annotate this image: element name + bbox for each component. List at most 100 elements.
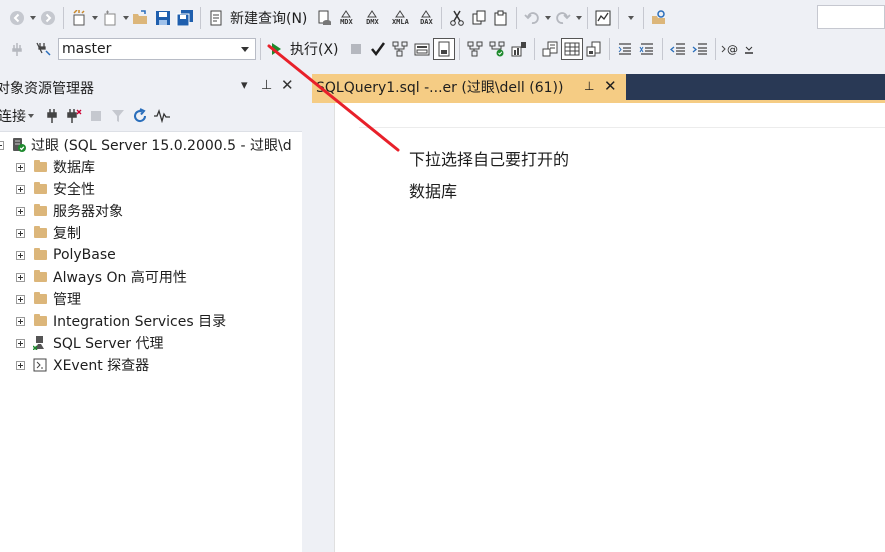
- cut-icon[interactable]: [446, 7, 468, 29]
- stop-icon[interactable]: [345, 38, 367, 60]
- filter-icon[interactable]: [107, 105, 129, 127]
- open-folder-icon[interactable]: [130, 7, 152, 29]
- mdx-query-icon[interactable]: MDX: [335, 7, 357, 29]
- display-estimated-plan-icon[interactable]: [389, 38, 411, 60]
- tree-node-xevent-profiler[interactable]: XEvent 探查器: [16, 354, 149, 376]
- connect-icon[interactable]: [6, 38, 28, 60]
- back-dropdown[interactable]: [28, 7, 37, 29]
- execute-button[interactable]: 执行(X): [290, 39, 339, 59]
- results-to-file-icon[interactable]: [583, 38, 605, 60]
- standard-toolbar: 新建查询(N) MDX DMX XMLA DAX: [0, 2, 885, 34]
- tree-node-server[interactable]: 过眼 (SQL Server 15.0.2000.5 - 过眼\d: [0, 134, 292, 156]
- toolbar-options-dropdown[interactable]: [623, 7, 639, 29]
- new-query-icon[interactable]: [205, 7, 227, 29]
- uncomment-lines-icon[interactable]: [636, 38, 658, 60]
- change-connection-icon[interactable]: [32, 38, 54, 60]
- back-icon[interactable]: [6, 7, 28, 29]
- toolbar-separator: [458, 38, 460, 60]
- increase-indent-icon[interactable]: [689, 38, 711, 60]
- database-engine-query-icon[interactable]: [313, 7, 335, 29]
- parse-icon[interactable]: [367, 38, 389, 60]
- save-icon[interactable]: [152, 7, 174, 29]
- expand-icon[interactable]: [16, 250, 25, 260]
- intellisense-icon[interactable]: [432, 38, 455, 60]
- expand-icon[interactable]: [16, 184, 25, 194]
- tree-node-integration-services[interactable]: Integration Services 目录: [16, 310, 226, 332]
- save-all-icon[interactable]: [174, 7, 196, 29]
- database-selector[interactable]: master: [58, 38, 256, 60]
- find-in-files-icon[interactable]: [648, 7, 670, 29]
- add-item-icon[interactable]: [99, 7, 121, 29]
- copy-icon[interactable]: [468, 7, 490, 29]
- dmx-query-icon[interactable]: DMX: [361, 7, 383, 29]
- activity-monitor-icon[interactable]: [592, 7, 614, 29]
- activity-monitor-icon[interactable]: [151, 105, 173, 127]
- connect-button[interactable]: 连接: [0, 106, 26, 126]
- results-to-text-icon[interactable]: [539, 38, 561, 60]
- tab-sqlquery1[interactable]: SQLQuery1.sql -...er (过眼\dell (61)) ⊥ ✕: [312, 74, 626, 100]
- dax-query-icon[interactable]: DAX: [415, 7, 437, 29]
- forward-icon[interactable]: [37, 7, 59, 29]
- paste-icon[interactable]: [490, 7, 512, 29]
- panel-menu-dropdown-icon[interactable]: ▾: [241, 78, 248, 93]
- close-icon[interactable]: ✕: [604, 77, 617, 95]
- pin-icon[interactable]: ⊥: [261, 78, 272, 93]
- new-project-dropdown[interactable]: [90, 7, 99, 29]
- tree-node-label: SQL Server 代理: [53, 336, 164, 352]
- toolbar-separator: [260, 38, 261, 60]
- toolbar-separator: [441, 7, 443, 29]
- expand-icon[interactable]: [16, 360, 25, 370]
- redo-dropdown[interactable]: [574, 7, 583, 29]
- search-input[interactable]: [817, 5, 885, 29]
- disconnect-icon[interactable]: [63, 105, 85, 127]
- client-statistics-icon[interactable]: [508, 38, 530, 60]
- expand-icon[interactable]: [16, 162, 25, 172]
- decrease-indent-icon[interactable]: [667, 38, 689, 60]
- expand-icon[interactable]: [16, 316, 25, 326]
- add-item-dropdown[interactable]: [121, 7, 130, 29]
- undo-dropdown[interactable]: [543, 7, 552, 29]
- expand-icon[interactable]: [16, 228, 25, 238]
- editor-current-line[interactable]: [359, 103, 885, 128]
- xmla-query-icon[interactable]: XMLA: [389, 7, 411, 29]
- folder-icon: [34, 292, 47, 304]
- tree-node-security[interactable]: 安全性: [16, 178, 95, 200]
- results-to-grid-icon[interactable]: [560, 38, 583, 60]
- tree-node-label: XEvent 探查器: [53, 358, 150, 374]
- connect-plug-icon[interactable]: [41, 105, 63, 127]
- collapse-icon[interactable]: [0, 140, 4, 150]
- pin-icon[interactable]: ⊥: [584, 79, 594, 93]
- tree-node-management[interactable]: 管理: [16, 288, 81, 310]
- query-options-icon[interactable]: [411, 38, 433, 60]
- refresh-icon[interactable]: [129, 105, 151, 127]
- connect-dropdown[interactable]: [26, 105, 35, 127]
- tree-node-sql-agent[interactable]: SQL Server 代理: [16, 332, 164, 354]
- new-project-icon[interactable]: [68, 7, 90, 29]
- expand-icon[interactable]: [16, 338, 25, 348]
- folder-icon: [34, 226, 47, 238]
- close-icon[interactable]: ✕: [281, 76, 294, 94]
- expand-icon[interactable]: [16, 294, 25, 304]
- stop-icon[interactable]: [85, 105, 107, 127]
- tree-node-polybase[interactable]: PolyBase: [16, 244, 116, 266]
- undo-icon[interactable]: [521, 7, 543, 29]
- toolbar-overflow-icon[interactable]: [742, 38, 756, 60]
- include-actual-plan-icon[interactable]: [464, 38, 486, 60]
- redo-icon[interactable]: [552, 7, 574, 29]
- tree-node-server-objects[interactable]: 服务器对象: [16, 200, 123, 222]
- tree-node-replication[interactable]: 复制: [16, 222, 81, 244]
- live-query-statistics-icon[interactable]: [486, 38, 508, 60]
- specify-template-parameters-icon[interactable]: @: [720, 38, 742, 60]
- new-query-button[interactable]: 新建查询(N): [230, 8, 307, 28]
- comment-lines-icon[interactable]: [614, 38, 636, 60]
- expand-icon[interactable]: [16, 272, 25, 282]
- toolbar-separator: [587, 7, 589, 29]
- chevron-down-icon[interactable]: [241, 46, 249, 52]
- expand-icon[interactable]: [16, 206, 25, 216]
- annotation-line-2: 数据库: [409, 182, 458, 201]
- tree-node-always-on[interactable]: Always On 高可用性: [16, 266, 187, 288]
- folder-icon: [34, 248, 47, 260]
- panel-splitter[interactable]: [302, 74, 312, 552]
- tree-node-databases[interactable]: 数据库: [16, 156, 95, 178]
- execute-icon[interactable]: [265, 38, 287, 60]
